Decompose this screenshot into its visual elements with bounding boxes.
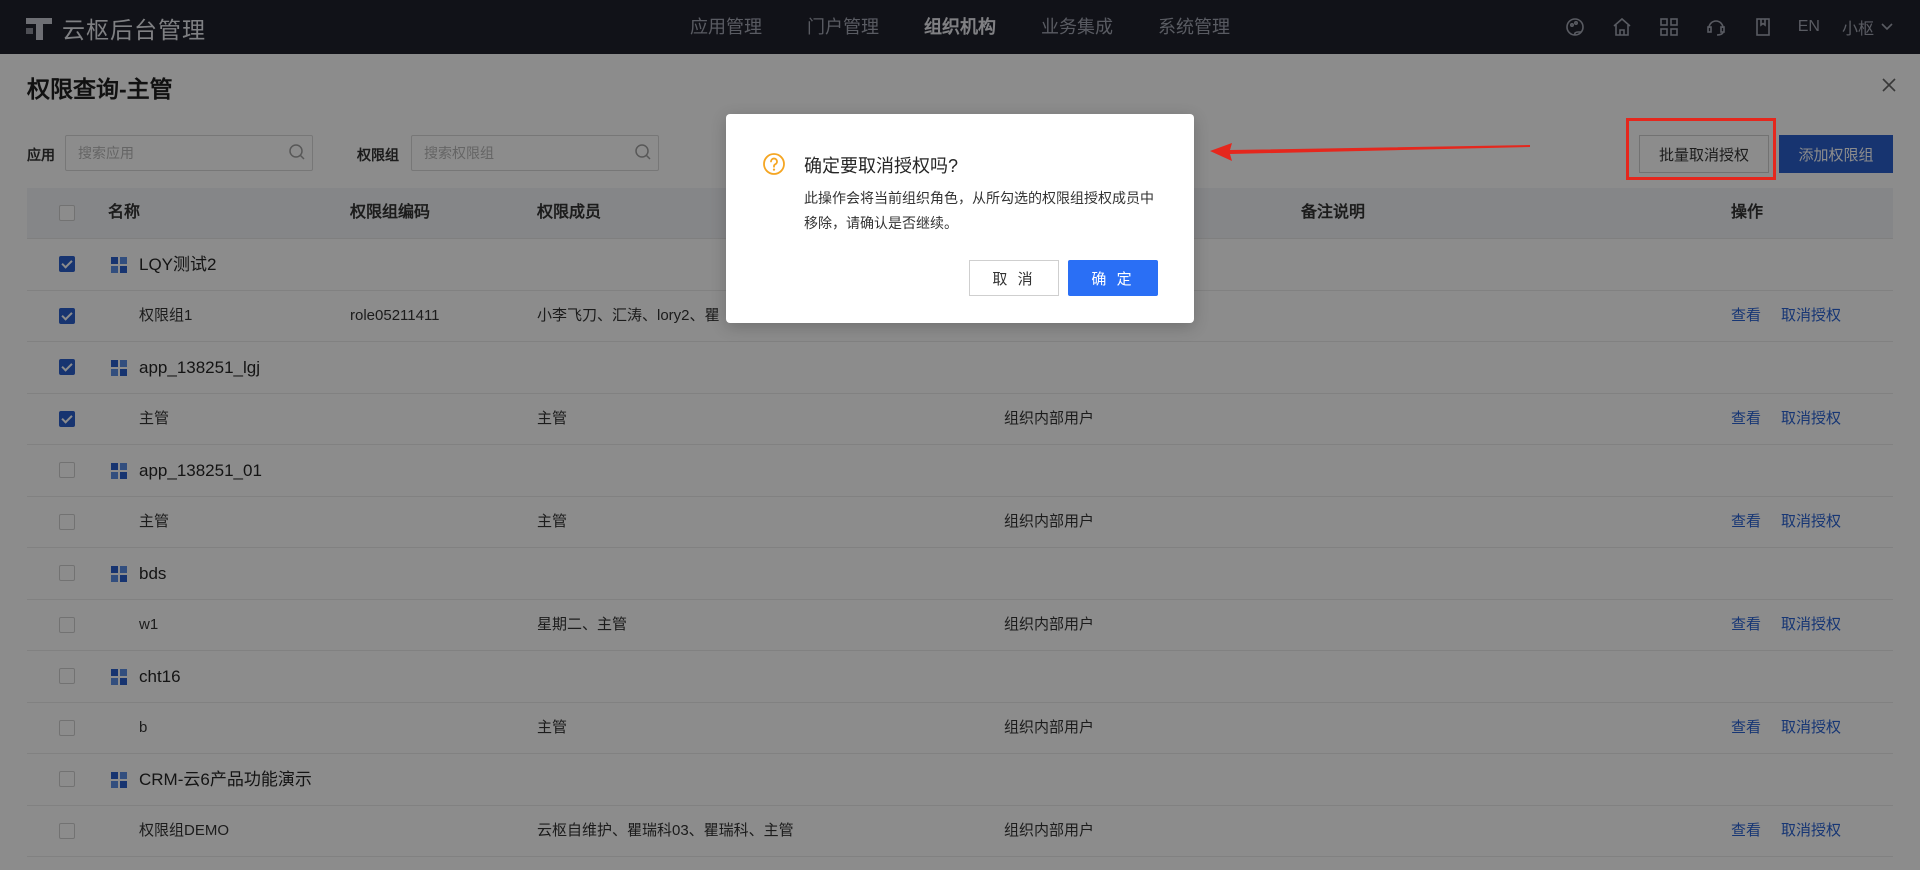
dialog-message: 此操作会将当前组织角色，从所勾选的权限组授权成员中移除，请确认是否继续。 <box>804 190 1154 231</box>
red-arrow-annotation <box>1210 143 1530 161</box>
confirm-dialog: 确定要取消授权吗? 此操作会将当前组织角色，从所勾选的权限组授权成员中移除，请确… <box>726 114 1194 323</box>
dialog-cancel-button[interactable]: 取 消 <box>969 260 1059 296</box>
question-icon <box>763 153 785 175</box>
highlight-box <box>1626 118 1776 180</box>
dialog-title: 确定要取消授权吗? <box>804 156 959 176</box>
dialog-confirm-button[interactable]: 确 定 <box>1068 260 1158 296</box>
